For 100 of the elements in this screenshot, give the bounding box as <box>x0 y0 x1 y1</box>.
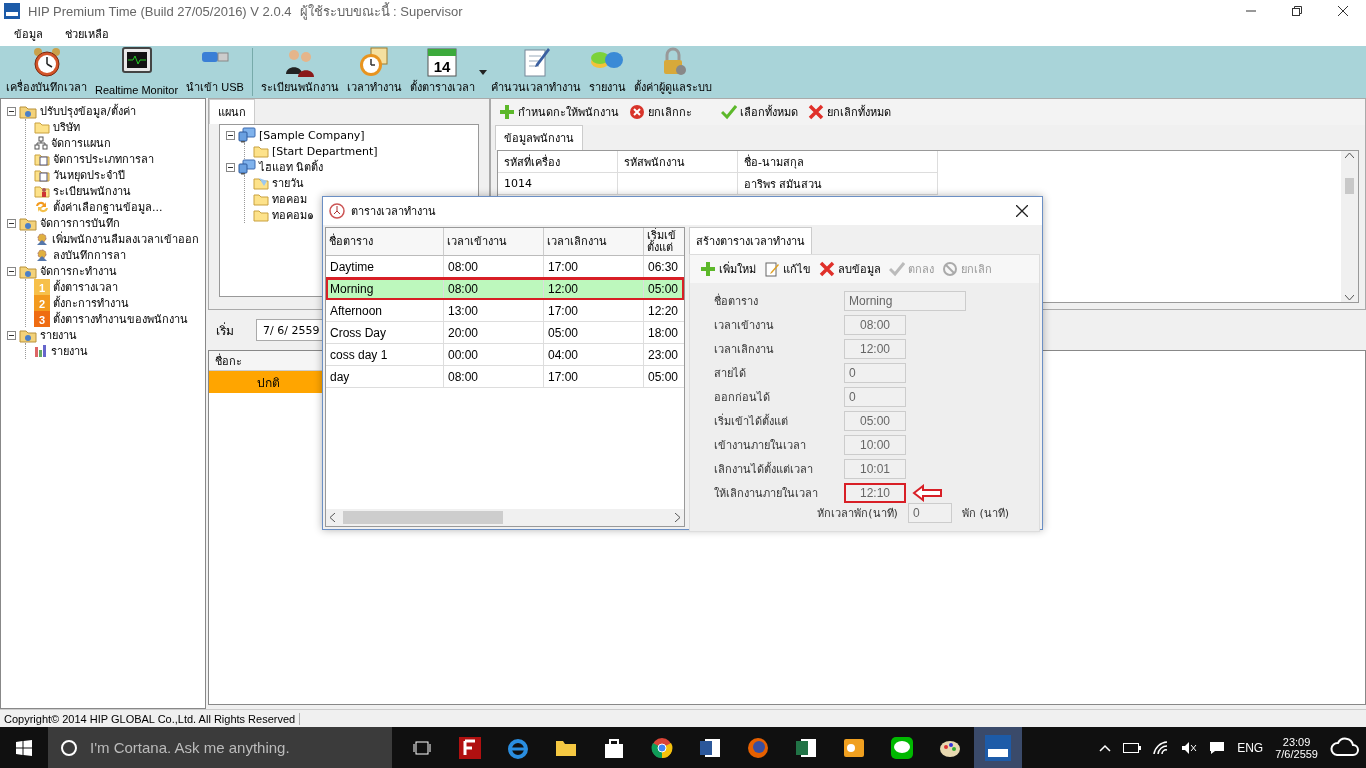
toolbar-button[interactable]: กำหนดกะให้พนักงาน <box>499 103 619 121</box>
tree-item[interactable]: รายวัน <box>272 174 304 192</box>
input-field[interactable]: 05:00 <box>844 411 906 431</box>
table-row[interactable]: Afternoon 13:00 17:00 12:20 <box>326 300 684 322</box>
tree-item[interactable]: [Sample Company] <box>259 128 365 142</box>
tree-item[interactable]: รายงาน <box>40 326 77 344</box>
mail-icon <box>843 736 865 759</box>
input-field[interactable]: 0 <box>844 387 906 407</box>
cross-icon <box>808 104 824 120</box>
tree-item[interactable]: ทอคอม๑ <box>272 206 314 224</box>
toolbar-button[interactable]: Realtime Monitor <box>91 46 183 98</box>
toolbar-button[interactable]: 14 ตั้งตารางเวลา <box>405 46 479 98</box>
tree-item[interactable]: ตั้งตารางทำงานของพนักงาน <box>53 310 188 328</box>
scroll-thumb[interactable] <box>343 511 503 524</box>
tree-item[interactable]: จัดการประเภทการลา <box>53 150 154 168</box>
notification-icon[interactable] <box>1209 740 1226 755</box>
toolbar-button[interactable]: เวลาทำงาน <box>342 46 406 98</box>
tree-item[interactable]: ตั้งค่าเลือกฐานข้อมูล... <box>53 198 163 216</box>
field-label: ออกก่อนได้ <box>714 390 771 406</box>
toolbar-button[interactable]: เพิ่มใหม่ <box>700 260 756 278</box>
check-icon <box>721 104 737 120</box>
table-cell: 05:00 <box>644 366 684 388</box>
table-row[interactable]: Daytime 08:00 17:00 06:30 <box>326 256 684 278</box>
tree-item[interactable]: รายงาน <box>51 342 88 360</box>
input-field[interactable]: 08:00 <box>844 315 906 335</box>
table-cell: 17:00 <box>544 366 644 388</box>
tree-item[interactable]: เพิ่มพนักงานลืมลงเวลาเข้าออก <box>52 230 199 248</box>
bar-chart-icon <box>34 344 48 358</box>
document-icon <box>34 152 50 166</box>
chevron-up-icon[interactable] <box>1099 743 1112 752</box>
input-field[interactable]: 0 <box>844 363 906 383</box>
search-field[interactable]: I'm Cortana. Ask me anything. <box>88 738 392 757</box>
scroll-thumb[interactable] <box>1345 178 1354 194</box>
tree-item[interactable]: ทอคอม <box>272 190 307 208</box>
folder-icon <box>19 215 37 231</box>
tree-item[interactable]: จัดการการบันทึก <box>40 214 120 232</box>
taskbar-button[interactable] <box>974 727 1022 768</box>
tree-item[interactable]: ระเบียนพนักงาน <box>53 182 131 200</box>
toolbar-button[interactable]: รายงาน <box>584 46 630 98</box>
toolbar-button[interactable]: ตั้งค่าผู้ดูแลระบบ <box>629 46 716 98</box>
search-icon <box>60 738 78 757</box>
battery-icon[interactable] <box>1123 742 1142 753</box>
table-row[interactable]: coss day 1 00:00 04:00 23:00 <box>326 344 684 366</box>
scroll-left-icon[interactable] <box>330 513 335 522</box>
tree-item[interactable]: ปรับปรุงข้อมูล/ตั้งค่า <box>40 102 136 120</box>
input-field[interactable]: 12:00 <box>844 339 906 359</box>
toolbar-button[interactable]: เลือกทั้งหมด <box>721 103 798 121</box>
cancel-icon <box>942 261 958 277</box>
speaker-muted-icon[interactable] <box>1181 740 1198 755</box>
tab[interactable]: ข้อมูลพนักงาน <box>495 125 583 150</box>
toolbar-button[interactable]: ยกเลิกทั้งหมด <box>808 103 891 121</box>
menu-item[interactable]: ช่วยเหลือ <box>65 25 109 43</box>
table-row[interactable]: day 08:00 17:00 05:00 <box>326 366 684 388</box>
toolbar-button[interactable]: คำนวนเวลาทำงาน <box>486 46 585 98</box>
toolbar-button[interactable]: นำเข้า USB <box>182 46 248 98</box>
edit-icon <box>764 261 780 277</box>
tree-item[interactable]: ลงบันทึกการลา <box>53 246 126 264</box>
toolbar-button[interactable]: เครื่องบันทึกเวลา <box>2 46 91 98</box>
dropdown-caret-icon[interactable] <box>478 69 487 75</box>
tree-item[interactable]: ตั้งกะการทำงาน <box>53 294 129 312</box>
collapse-icon[interactable] <box>7 266 16 276</box>
current-user: ผู้ใช้ระบบขณะนี้ : Supervisor <box>299 1 463 22</box>
org-chart-icon <box>34 136 48 150</box>
tree-item[interactable]: ตั้งตารางเวลา <box>53 278 118 296</box>
field-label: เวลาเข้างาน <box>714 318 775 334</box>
input-field[interactable]: Morning <box>844 291 966 311</box>
tree-item[interactable]: [Start Department] <box>272 144 378 158</box>
table-row[interactable]: Cross Day 20:00 05:00 18:00 <box>326 322 684 344</box>
tree-item[interactable]: จัดการแผนก <box>51 134 111 152</box>
search-box[interactable]: I'm Cortana. Ask me anything. <box>48 727 392 768</box>
browser-icon <box>507 736 529 759</box>
wifi-icon[interactable] <box>1153 740 1170 755</box>
language-indicator[interactable]: ENG <box>1237 740 1264 755</box>
tab[interactable]: แผนก <box>209 99 255 124</box>
input-field[interactable]: 10:01 <box>844 459 906 479</box>
clock[interactable]: 23:09 7/6/2559 <box>1275 735 1318 760</box>
toolbar-button[interactable]: ระเบียนพนักงาน <box>256 46 343 98</box>
tree-item[interactable]: จัดการกะทำงาน <box>40 262 117 280</box>
close-icon <box>1016 205 1028 217</box>
tab[interactable]: สร้างตารางเวลาทำงาน <box>689 227 812 254</box>
table-row[interactable]: Morning 08:00 12:00 05:00 <box>326 278 684 300</box>
menu-item[interactable]: ข้อมูล <box>14 25 43 43</box>
collapse-icon[interactable] <box>7 106 16 116</box>
tree-item[interactable]: ไฮแอท นิตติ้ง <box>259 158 324 176</box>
scroll-up-icon[interactable] <box>1345 153 1354 158</box>
scroll-down-icon[interactable] <box>1345 295 1354 300</box>
input-field[interactable]: 10:00 <box>844 435 906 455</box>
tree-item[interactable]: บริษัท <box>53 118 80 136</box>
tree-item[interactable]: วันหยุดประจำปี <box>53 166 125 184</box>
toolbar-button[interactable]: ลบข้อมูล <box>819 260 881 278</box>
collapse-icon[interactable] <box>226 130 235 140</box>
scroll-right-icon[interactable] <box>675 513 680 522</box>
collapse-icon[interactable] <box>7 218 16 228</box>
collapse-icon[interactable] <box>7 330 16 340</box>
input-field[interactable]: 0 <box>907 503 952 523</box>
toolbar-button[interactable]: ยกเลิกกะ <box>629 103 692 121</box>
clock-time: 23:09 <box>1282 735 1311 748</box>
input-field[interactable]: 12:10 <box>844 483 906 503</box>
collapse-icon[interactable] <box>226 162 235 172</box>
toolbar-button[interactable]: แก้ไข <box>764 260 811 278</box>
